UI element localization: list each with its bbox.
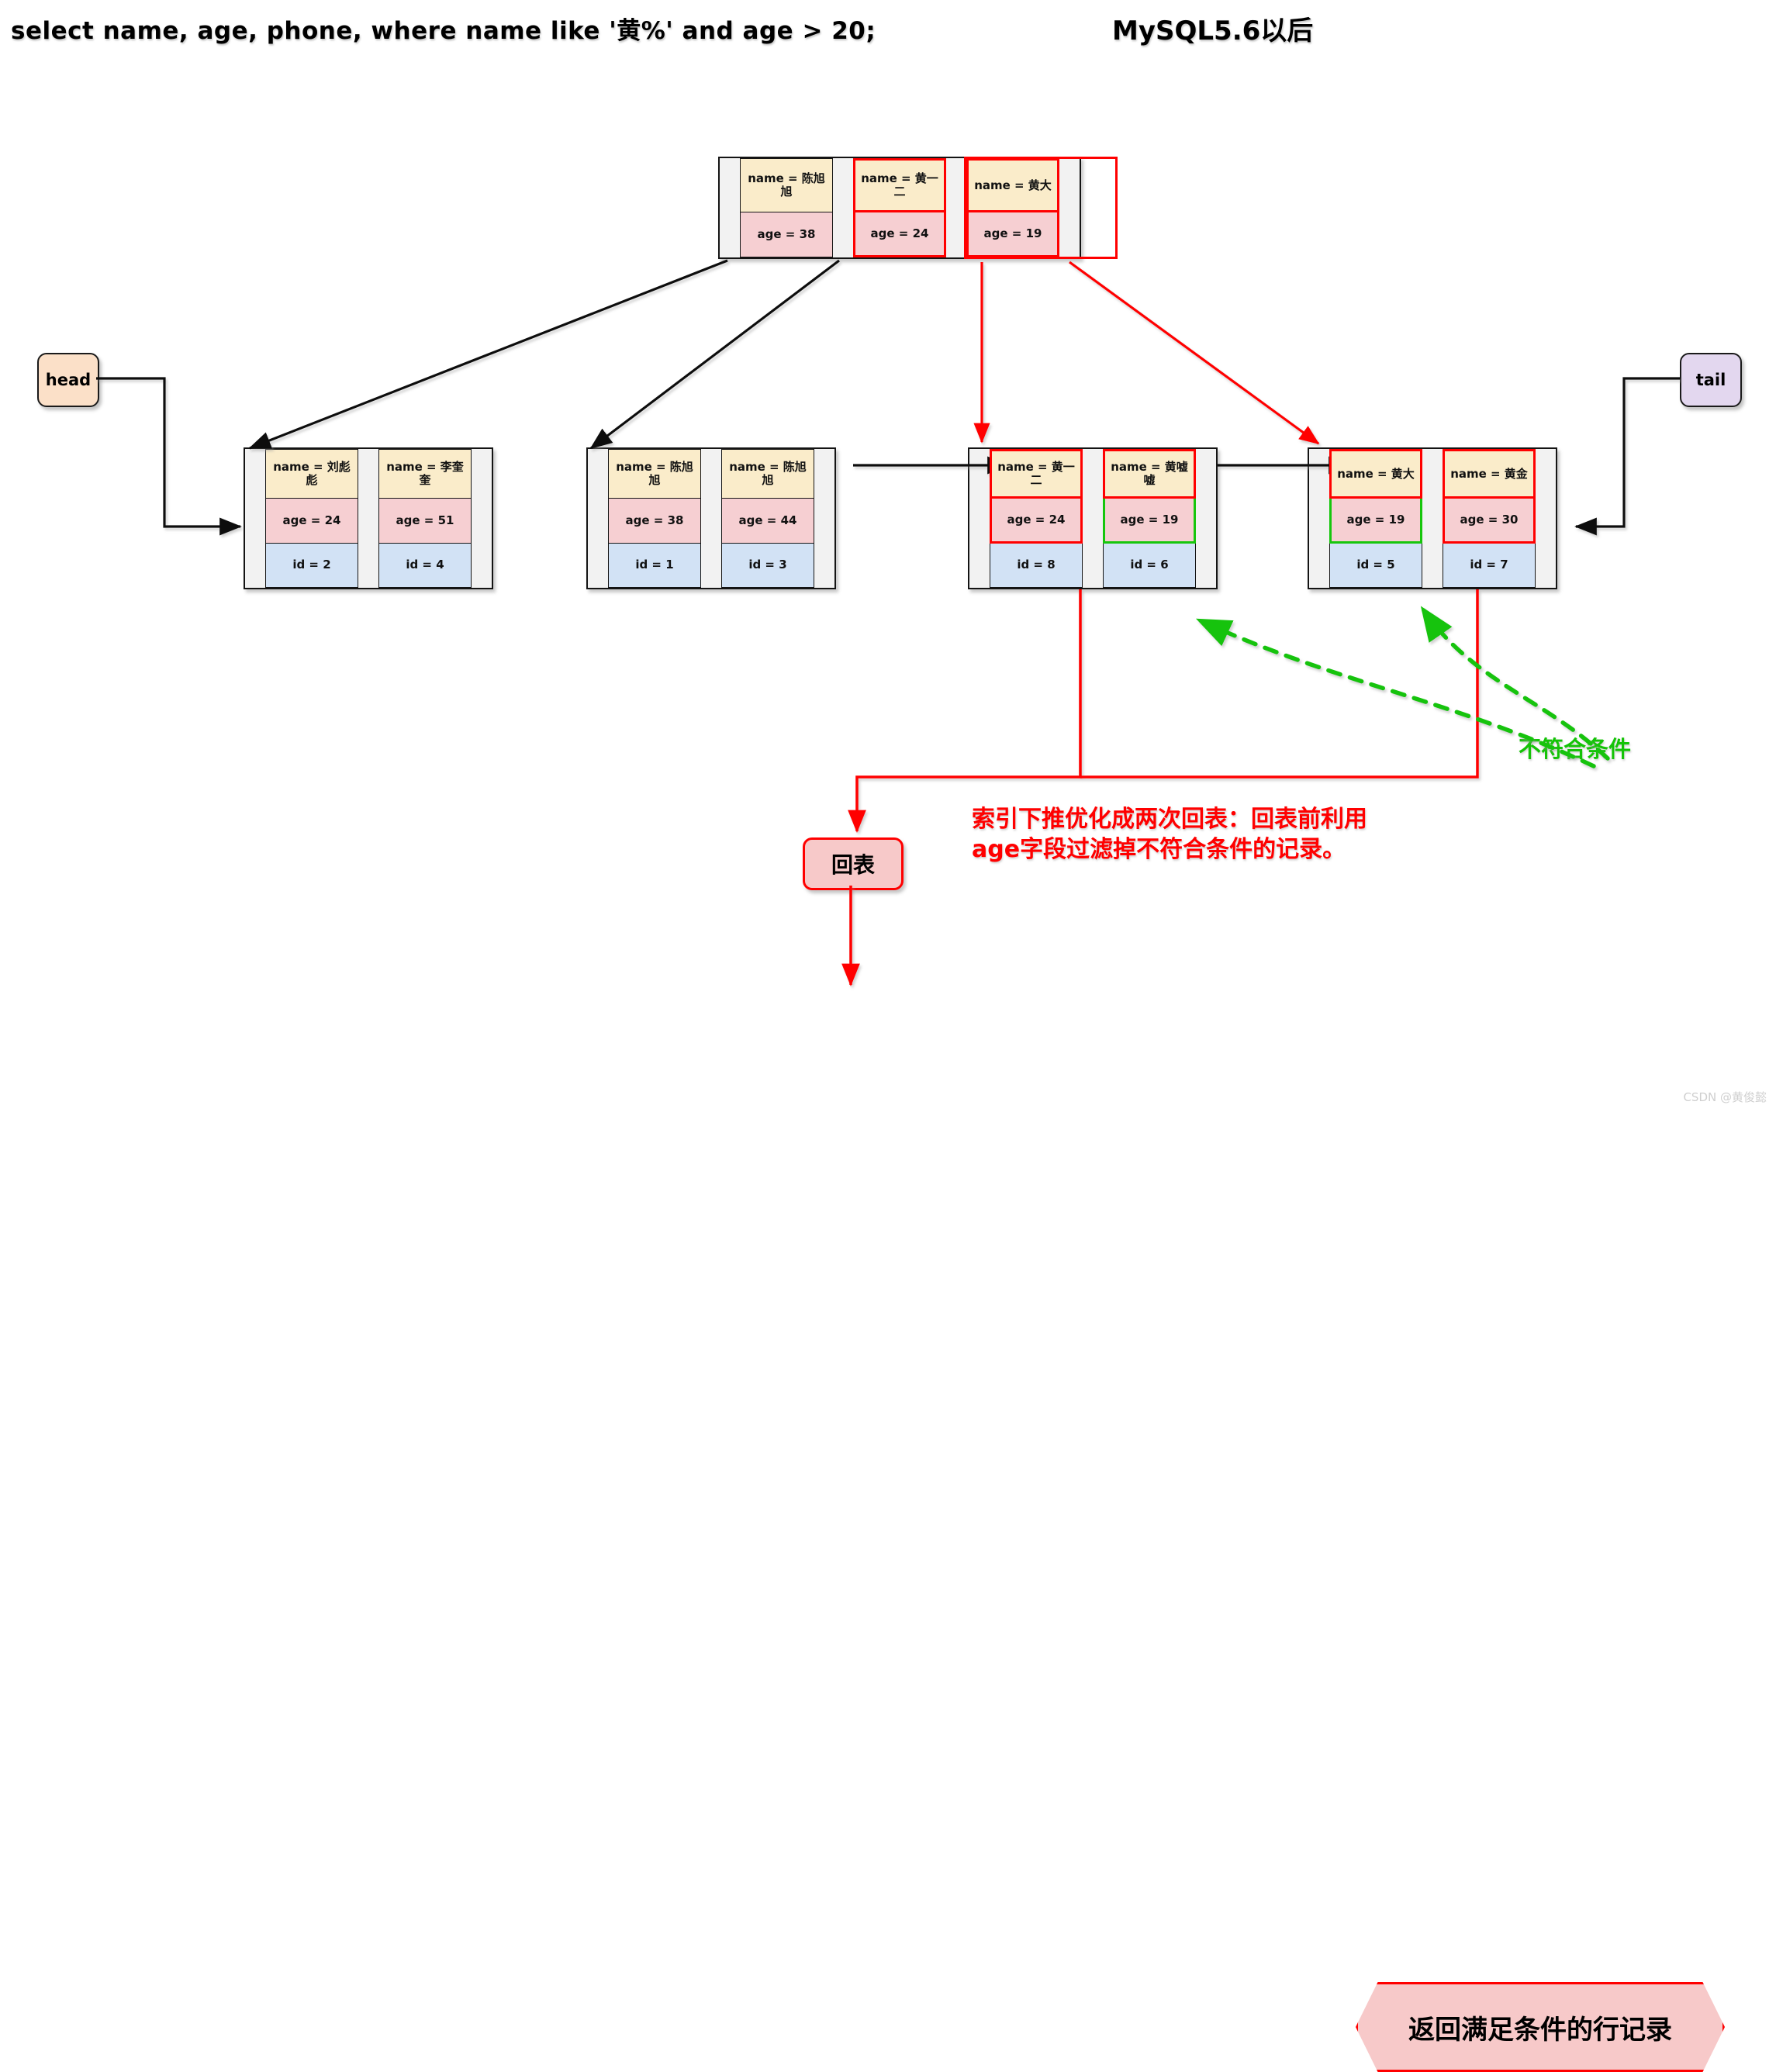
wire-leaf3-result-to-huibiao — [848, 589, 1082, 834]
page-pointer-slot — [1059, 158, 1080, 257]
root-cell-0-age: age = 38 — [740, 212, 833, 257]
leaf-1-cell-1-id: id = 4 — [378, 543, 472, 588]
wire-head-to-leaf1 — [96, 377, 242, 536]
page-pointer-slot — [814, 449, 834, 588]
leaf-4-cell-0-age: age = 19 — [1329, 499, 1422, 544]
root-cell-0-name: name = 陈旭旭 — [740, 158, 833, 213]
leaf-3-cell-1-id: id = 6 — [1103, 543, 1196, 588]
leaf-3-cell-1-age: age = 19 — [1103, 499, 1196, 544]
leaf-2-cell-1-id: id = 3 — [721, 543, 814, 588]
page-pointer-slot — [1536, 449, 1556, 588]
leaf-1-cell-0: name = 刘彪彪 age = 24 id = 2 — [265, 449, 358, 588]
page-pointer-slot — [969, 449, 990, 588]
tail-label: tail — [1695, 371, 1726, 389]
page-pointer-slot — [472, 449, 492, 588]
root-cell-1-name: name = 黄一二 — [853, 158, 946, 213]
btree-leaf-node-3: name = 黄一二 age = 24 id = 8 name = 黄嘘嘘 ag… — [968, 447, 1218, 589]
leaf-3-cell-1-name: name = 黄嘘嘘 — [1103, 449, 1196, 499]
leaf-3-cell-0-name: name = 黄一二 — [990, 449, 1083, 499]
head-node: head — [37, 353, 99, 407]
btree-root-node: name = 陈旭旭 age = 38 name = 黄一二 age = 24 … — [718, 157, 1081, 259]
back-to-table-label: 回表 — [831, 852, 875, 878]
page-pointer-slot — [245, 449, 265, 588]
back-to-table-box: 回表 — [803, 837, 904, 890]
leaf-4-cell-0-id: id = 5 — [1329, 543, 1422, 588]
page-pointer-slot — [358, 449, 378, 588]
result-box: 返回满足条件的行记录 — [1356, 1982, 1725, 2072]
wire-root-ptr0-to-leaf1 — [248, 259, 728, 450]
watermark: CSDN @黄俊懿 — [1683, 1090, 1767, 1104]
leaf-4-cell-1-id: id = 7 — [1443, 543, 1536, 588]
leaf-1-cell-1-age: age = 51 — [378, 499, 472, 544]
root-cell-0: name = 陈旭旭 age = 38 — [740, 158, 833, 257]
sql-query-text: select name, age, phone, where name like… — [11, 17, 876, 45]
root-cell-2-name: name = 黄大 — [966, 158, 1059, 213]
not-matching-condition-note: 不符合条件 — [1519, 736, 1632, 762]
tail-node: tail — [1680, 353, 1742, 407]
page-pointer-slot — [720, 158, 740, 257]
leaf-4-cell-1-name: name = 黄金 — [1443, 449, 1536, 499]
leaf-2-cell-0-name: name = 陈旭旭 — [608, 449, 701, 499]
leaf-4-cell-0-name: name = 黄大 — [1329, 449, 1422, 499]
head-label: head — [45, 371, 92, 389]
root-cell-1-age: age = 24 — [853, 212, 946, 257]
leaf-1-cell-0-age: age = 24 — [265, 499, 358, 544]
root-cell-2: name = 黄大 age = 19 — [966, 158, 1059, 257]
leaf-4-cell-1: name = 黄金 age = 30 id = 7 — [1443, 449, 1536, 588]
result-label: 返回满足条件的行记录 — [1408, 2014, 1672, 2046]
page-pointer-slot — [1422, 449, 1443, 588]
leaf-1-cell-0-id: id = 2 — [265, 543, 358, 588]
icp-note-line-2: age字段过滤掉不符合条件的记录。 — [972, 836, 1346, 863]
leaf-3-cell-0-age: age = 24 — [990, 499, 1083, 544]
leaf-2-cell-1-name: name = 陈旭旭 — [721, 449, 814, 499]
wire-root-ptr1-to-leaf2 — [589, 259, 840, 450]
leaf-1-cell-0-name: name = 刘彪彪 — [265, 449, 358, 499]
wire-root-ptr3-to-leaf4 — [1069, 261, 1320, 445]
root-cell-1: name = 黄一二 age = 24 — [853, 158, 946, 257]
icp-note-line-1: 索引下推优化成两次回表：回表前利用 — [972, 806, 1367, 833]
page-pointer-slot — [833, 158, 853, 257]
page-pointer-slot — [701, 449, 721, 588]
page-pointer-slot — [588, 449, 608, 588]
page-pointer-slot — [1083, 449, 1103, 588]
leaf-3-cell-1: name = 黄嘘嘘 age = 19 id = 6 — [1103, 449, 1196, 588]
root-cell-2-age: age = 19 — [966, 212, 1059, 257]
wire-leaf4-result-join — [1080, 589, 1479, 779]
page-pointer-slot — [946, 158, 966, 257]
btree-leaf-node-1: name = 刘彪彪 age = 24 id = 2 name = 李奎奎 ag… — [244, 447, 493, 589]
leaf-1-cell-1-name: name = 李奎奎 — [378, 449, 472, 499]
result-box-wrap: 返回满足条件的行记录 — [678, 991, 1725, 2072]
leaf-2-cell-1-age: age = 44 — [721, 499, 814, 544]
mysql-version-label: MySQL5.6以后 — [1112, 16, 1314, 47]
leaf-3-cell-0-id: id = 8 — [990, 543, 1083, 588]
leaf-3-cell-0: name = 黄一二 age = 24 id = 8 — [990, 449, 1083, 588]
page-pointer-slot — [1196, 449, 1216, 588]
btree-leaf-node-4: name = 黄大 age = 19 id = 5 name = 黄金 age … — [1308, 447, 1557, 589]
wire-tail-to-leaf4 — [1574, 377, 1680, 536]
leaf-2-cell-0-age: age = 38 — [608, 499, 701, 544]
leaf-2-cell-1: name = 陈旭旭 age = 44 id = 3 — [721, 449, 814, 588]
leaf-2-cell-0-id: id = 1 — [608, 543, 701, 588]
leaf-1-cell-1: name = 李奎奎 age = 51 id = 4 — [378, 449, 472, 588]
index-condition-pushdown-note: 索引下推优化成两次回表：回表前利用 age字段过滤掉不符合条件的记录。 — [972, 804, 1468, 865]
page-pointer-slot — [1309, 449, 1329, 588]
btree-leaf-node-2: name = 陈旭旭 age = 38 id = 1 name = 陈旭旭 ag… — [586, 447, 836, 589]
leaf-4-cell-1-age: age = 30 — [1443, 499, 1536, 544]
diagram-canvas: select name, age, phone, where name like… — [0, 0, 1776, 2072]
leaf-4-cell-0: name = 黄大 age = 19 id = 5 — [1329, 449, 1422, 588]
leaf-2-cell-0: name = 陈旭旭 age = 38 id = 1 — [608, 449, 701, 588]
